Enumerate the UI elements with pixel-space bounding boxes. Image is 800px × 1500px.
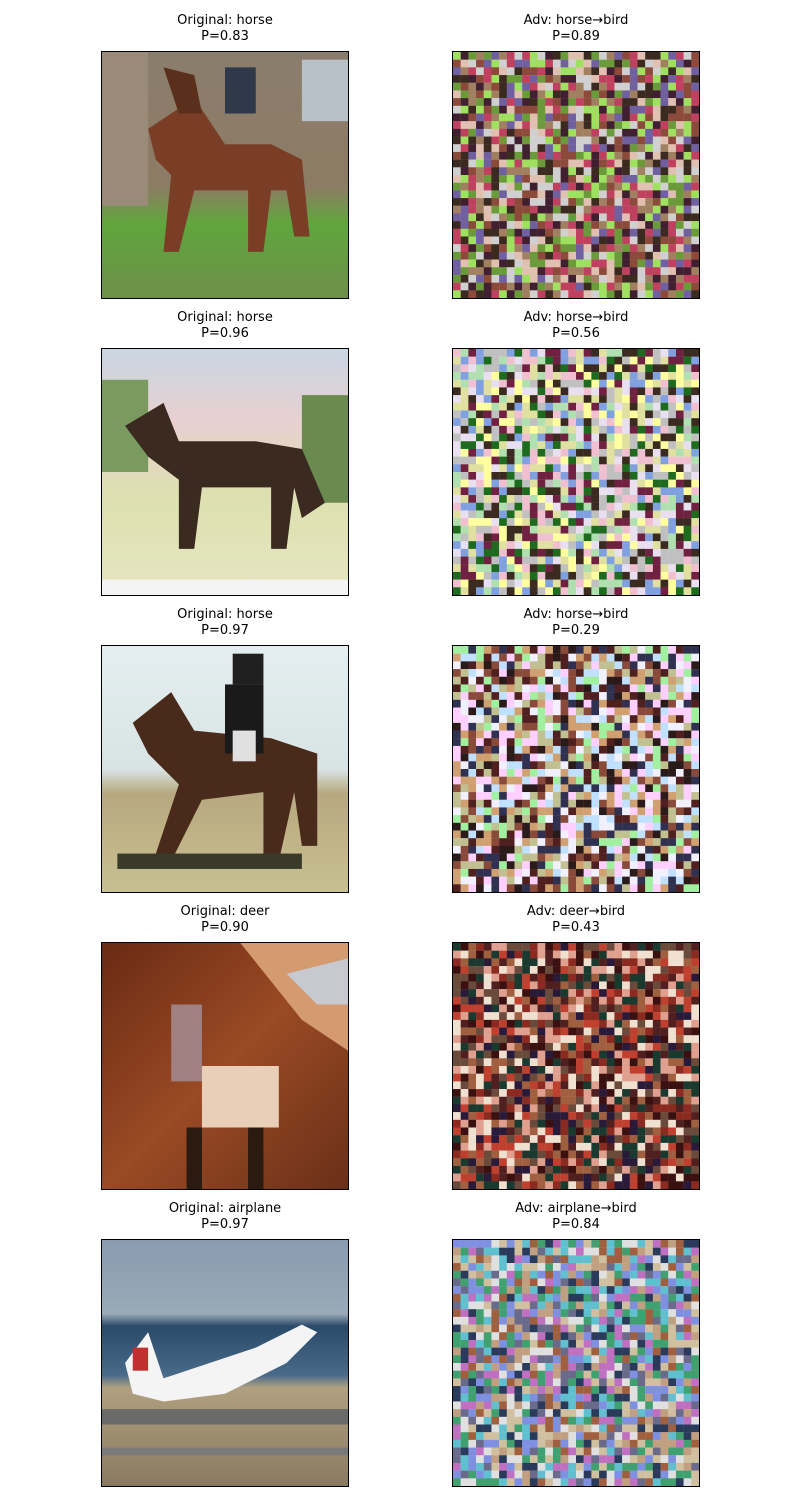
panel-probability: P=0.84 (552, 1217, 600, 1232)
horse-image (101, 348, 349, 596)
panel-probability: P=0.43 (552, 920, 600, 935)
panel-title: Adv: horse→bird (523, 607, 629, 622)
adversarial-airplane-image (452, 1239, 700, 1487)
adversarial-horse-image (452, 51, 700, 299)
panel-probability: P=0.96 (201, 326, 249, 341)
adversarial-horse-rider-image (452, 645, 700, 893)
panel-title: Original: horse (177, 13, 273, 28)
adversarial-horse-image (452, 348, 700, 596)
panel-title: Adv: horse→bird (523, 310, 629, 325)
panel-probability: P=0.56 (552, 326, 600, 341)
panel-probability: P=0.97 (201, 1217, 249, 1232)
panel-probability: P=0.97 (201, 623, 249, 638)
panel-probability: P=0.83 (201, 29, 249, 44)
panel-probability: P=0.90 (201, 920, 249, 935)
horse-rider-image (101, 645, 349, 893)
deer-image (101, 942, 349, 1190)
panel-probability: P=0.29 (552, 623, 600, 638)
panel-title: Original: horse (177, 607, 273, 622)
panel-title: Adv: horse→bird (523, 13, 629, 28)
panel-title: Original: airplane (168, 1201, 282, 1216)
adversarial-deer-image (452, 942, 700, 1190)
horse-image (101, 51, 349, 299)
panel-probability: P=0.89 (552, 29, 600, 44)
airplane-image (101, 1239, 349, 1487)
panel-title: Original: horse (177, 310, 273, 325)
panel-title: Original: deer (180, 904, 270, 919)
panel-title: Adv: deer→bird (526, 904, 626, 919)
panel-title: Adv: airplane→bird (515, 1201, 637, 1216)
